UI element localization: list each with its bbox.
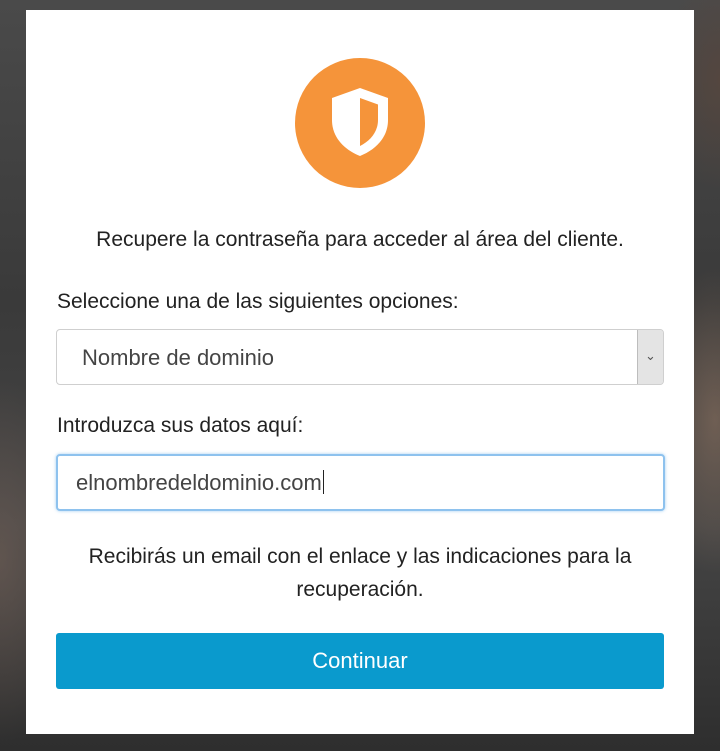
intro-text: Recupere la contraseña para acceder al á… [96, 228, 624, 251]
input-label: Introduzca sus datos aquí: [57, 414, 304, 437]
continue-button[interactable]: Continuar [56, 633, 664, 689]
shield-icon [332, 88, 388, 156]
domain-input-value: elnombredeldominio.com [76, 470, 324, 496]
text-caret [322, 470, 324, 494]
domain-input[interactable]: elnombredeldominio.com [56, 454, 665, 511]
select-label: Seleccione una de las siguientes opcione… [57, 290, 459, 313]
select-value: Nombre de dominio [82, 345, 274, 370]
password-recovery-modal: Recupere la contraseña para acceder al á… [26, 10, 694, 734]
chevron-down-icon[interactable]: ⌄ [637, 330, 663, 384]
domain-input-text: elnombredeldominio.com [76, 470, 322, 495]
recovery-option-select[interactable]: Nombre de dominio ⌄ [56, 329, 664, 385]
shield-logo [295, 58, 425, 188]
email-note: Recibirás un email con el enlace y las i… [88, 545, 632, 601]
